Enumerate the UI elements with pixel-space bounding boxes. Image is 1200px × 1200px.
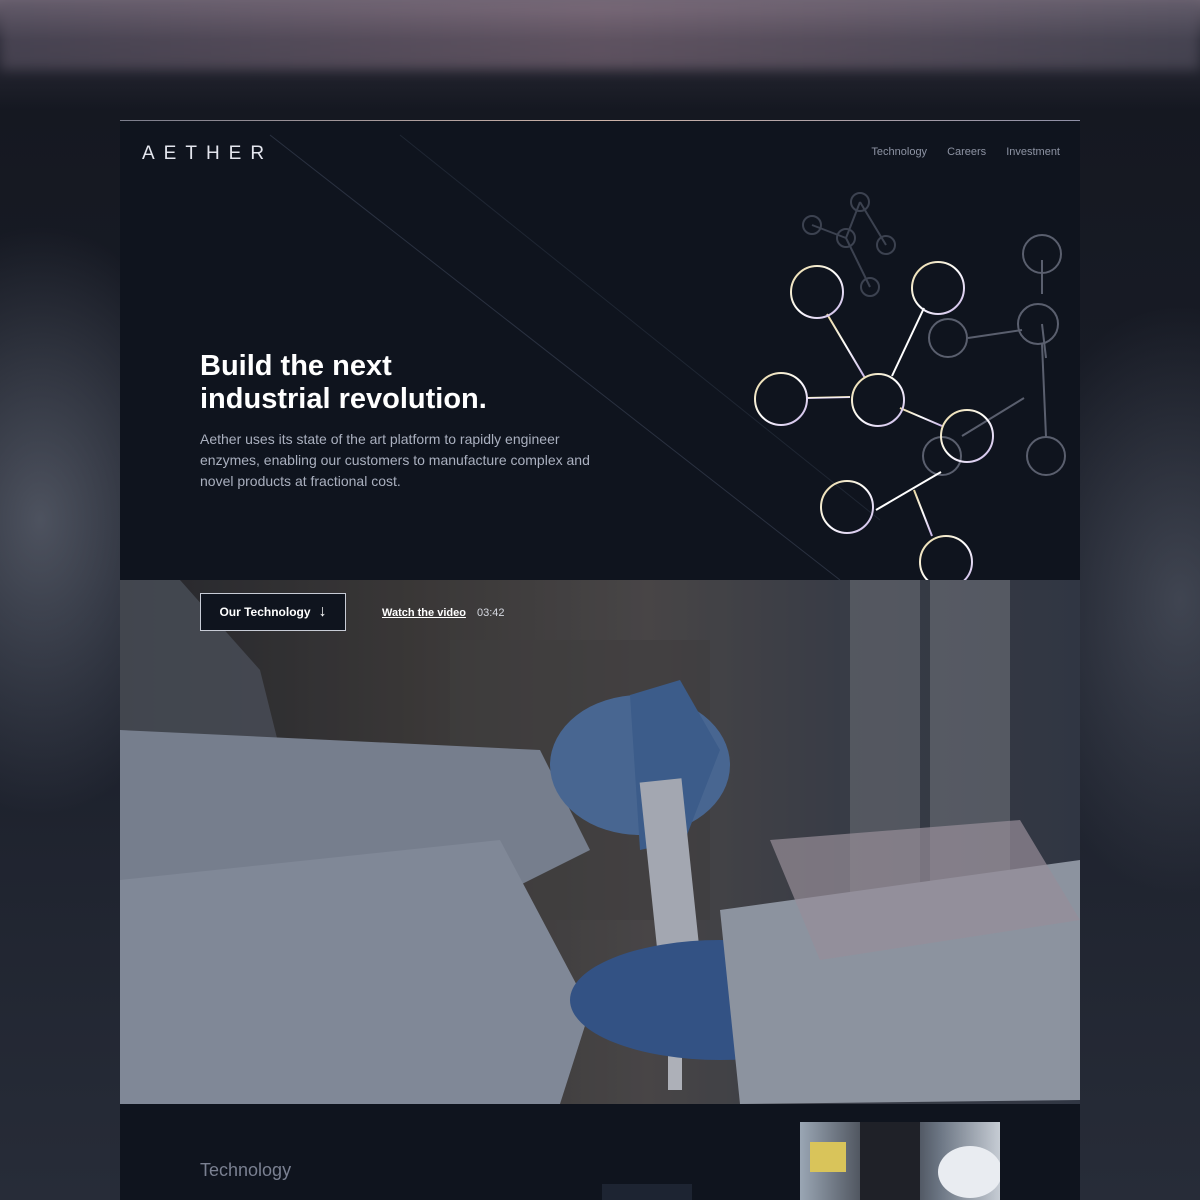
hero-title-line-1: Build the next <box>200 350 392 382</box>
hero-title: Build the next industrial revolution. <box>200 350 620 416</box>
video-duration: 03:42 <box>477 607 505 619</box>
video-banner[interactable]: Our Technology ↓ Watch the video 03:42 <box>120 580 1080 1104</box>
arrow-down-icon: ↓ <box>318 603 327 620</box>
nav-item-investment[interactable]: Investment <box>1006 146 1060 158</box>
lab-photo-thumbnail <box>800 1122 1000 1200</box>
lab-photo-art <box>810 1122 1000 1200</box>
website-page: AETHER Technology Careers Investment Bui… <box>120 120 1080 1200</box>
main-nav: Technology Careers Investment <box>871 146 1060 158</box>
our-technology-button[interactable]: Our Technology ↓ <box>200 593 346 631</box>
our-technology-label: Our Technology <box>219 605 311 619</box>
molecule-network-illustration <box>754 192 1066 580</box>
watch-video-link[interactable]: Watch the video <box>382 607 466 619</box>
faint-molecule <box>802 192 896 297</box>
brand-logo[interactable]: AETHER <box>142 143 273 165</box>
nav-item-careers[interactable]: Careers <box>947 146 986 158</box>
hero-description: Aether uses its state of the art platfor… <box>200 431 590 489</box>
background-blur-top <box>0 0 1200 70</box>
nav-item-technology[interactable]: Technology <box>871 146 927 158</box>
hero-title-line-2: industrial revolution. <box>200 383 487 415</box>
side-molecule <box>922 234 1066 476</box>
lab-scene-image <box>120 580 1080 1104</box>
main-molecule <box>754 261 994 580</box>
section-label-technology: Technology <box>200 1160 292 1180</box>
technology-section: Technology <box>120 1104 1080 1200</box>
decorative-block <box>602 1184 692 1200</box>
